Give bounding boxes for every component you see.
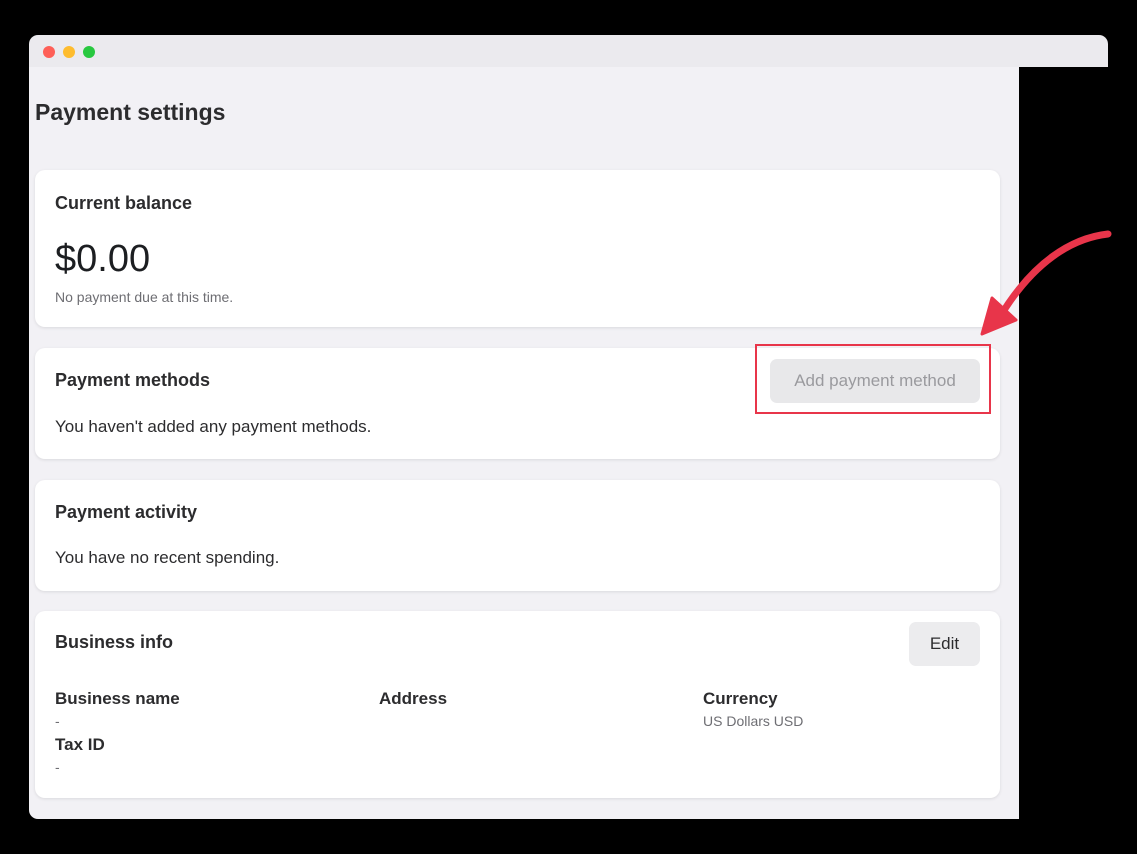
balance-note: No payment due at this time. xyxy=(55,289,234,305)
business-info-card: Business info Edit Business name - Addre… xyxy=(35,611,1000,798)
currency-value: US Dollars USD xyxy=(703,713,804,729)
currency-label: Currency xyxy=(703,689,778,708)
payment-activity-title: Payment activity xyxy=(55,502,198,522)
pointer-arrow-icon xyxy=(980,230,1112,336)
balance-amount: $0.00 xyxy=(55,238,151,280)
payment-methods-title: Payment methods xyxy=(55,370,211,390)
current-balance-title: Current balance xyxy=(55,193,193,213)
close-window-button[interactable] xyxy=(43,46,55,58)
browser-window: Payment settings Current balance $0.00 N… xyxy=(29,35,1108,819)
address-label: Address xyxy=(379,689,448,708)
maximize-window-button[interactable] xyxy=(83,46,95,58)
tax-id-value: - xyxy=(55,759,60,775)
payment-methods-empty-text: You haven't added any payment methods. xyxy=(55,417,372,436)
edit-business-info-button[interactable]: Edit xyxy=(909,622,980,666)
page-title: Payment settings xyxy=(35,99,226,125)
business-name-label: Business name xyxy=(55,689,180,708)
payment-activity-empty-text: You have no recent spending. xyxy=(55,548,280,567)
payment-activity-card: Payment activity You have no recent spen… xyxy=(35,480,1000,591)
highlight-box-annotation xyxy=(755,344,991,414)
business-name-value: - xyxy=(55,713,60,729)
window-titlebar xyxy=(29,35,1108,67)
minimize-window-button[interactable] xyxy=(63,46,75,58)
payment-settings-page: Payment settings Current balance $0.00 N… xyxy=(29,67,1019,819)
tax-id-label: Tax ID xyxy=(55,735,105,754)
current-balance-card: Current balance $0.00 No payment due at … xyxy=(35,170,1000,327)
business-info-title: Business info xyxy=(55,632,174,652)
